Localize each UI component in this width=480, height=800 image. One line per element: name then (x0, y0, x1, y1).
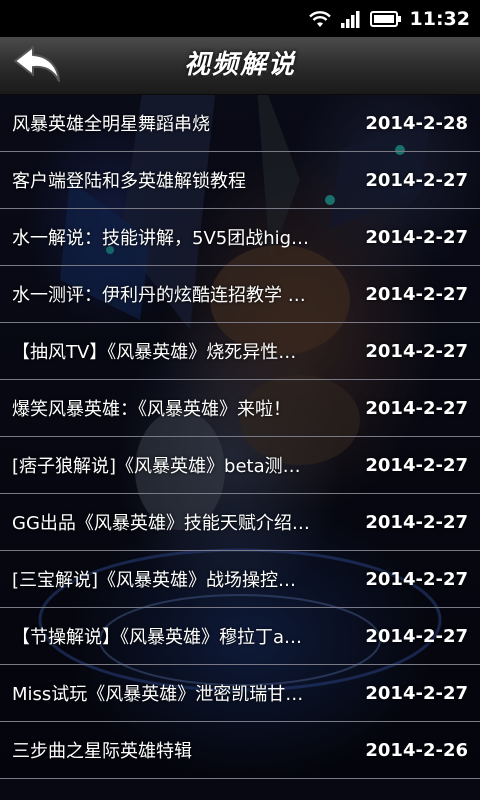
list-item[interactable]: 三步曲之星际英雄特辑 2014-2-26 (0, 722, 480, 779)
list-item[interactable]: 【节操解说】《风暴英雄》穆拉丁a… 2014-2-27 (0, 608, 480, 665)
video-date: 2014-2-27 (365, 454, 468, 476)
video-date: 2014-2-27 (365, 283, 468, 305)
video-title: 三步曲之星际英雄特辑 (12, 741, 192, 762)
back-button[interactable] (8, 40, 66, 90)
video-title: 风暴英雄全明星舞蹈串烧 (12, 114, 210, 135)
video-title: 水一解说：技能讲解，5V5团战hig… (12, 228, 310, 249)
video-title: 【抽风TV】《风暴英雄》烧死异性… (12, 342, 297, 363)
list-item[interactable]: [三宝解说]《风暴英雄》战场操控… 2014-2-27 (0, 551, 480, 608)
battery-icon (369, 10, 402, 28)
video-title: Miss试玩《风暴英雄》泄密凯瑞甘… (12, 684, 304, 705)
video-date: 2014-2-27 (365, 169, 468, 191)
video-date: 2014-2-27 (365, 625, 468, 647)
list-item[interactable]: 风暴英雄全明星舞蹈串烧 2014-2-28 (0, 95, 480, 152)
back-arrow-icon (14, 46, 60, 82)
video-date: 2014-2-27 (365, 397, 468, 419)
video-date: 2014-2-27 (365, 511, 468, 533)
wifi-icon (308, 10, 332, 28)
list-item[interactable]: GG出品《风暴英雄》技能天赋介绍… 2014-2-27 (0, 494, 480, 551)
list-item[interactable]: Miss试玩《风暴英雄》泄密凯瑞甘… 2014-2-27 (0, 665, 480, 722)
video-date: 2014-2-27 (365, 682, 468, 704)
video-title: 客户端登陆和多英雄解锁教程 (12, 171, 246, 192)
status-time: 11:32 (409, 7, 470, 30)
video-title: 水一测评：伊利丹的炫酷连招教学 … (12, 285, 306, 306)
video-list: 风暴英雄全明星舞蹈串烧 2014-2-28 客户端登陆和多英雄解锁教程 2014… (0, 95, 480, 779)
video-title: GG出品《风暴英雄》技能天赋介绍… (12, 513, 310, 534)
signal-icon (340, 10, 362, 28)
video-date: 2014-2-27 (365, 226, 468, 248)
status-bar: 11:32 (0, 0, 480, 37)
list-item[interactable]: 水一解说：技能讲解，5V5团战hig… 2014-2-27 (0, 209, 480, 266)
video-date: 2014-2-27 (365, 568, 468, 590)
title-bar: 视频解说 (0, 37, 480, 95)
list-item[interactable]: [痞子狼解说]《风暴英雄》beta测… 2014-2-27 (0, 437, 480, 494)
video-date: 2014-2-27 (365, 340, 468, 362)
page-title: 视频解说 (183, 50, 296, 80)
video-title: [痞子狼解说]《风暴英雄》beta测… (12, 456, 301, 477)
video-title: 【节操解说】《风暴英雄》穆拉丁a… (12, 627, 303, 648)
list-item[interactable]: 爆笑风暴英雄：《风暴英雄》来啦！ 2014-2-27 (0, 380, 480, 437)
list-item[interactable]: 水一测评：伊利丹的炫酷连招教学 … 2014-2-27 (0, 266, 480, 323)
list-item[interactable]: 【抽风TV】《风暴英雄》烧死异性… 2014-2-27 (0, 323, 480, 380)
video-date: 2014-2-28 (365, 112, 468, 134)
video-title: 爆笑风暴英雄：《风暴英雄》来啦！ (12, 399, 291, 420)
video-date: 2014-2-26 (365, 739, 468, 761)
list-item[interactable]: 客户端登陆和多英雄解锁教程 2014-2-27 (0, 152, 480, 209)
video-title: [三宝解说]《风暴英雄》战场操控… (12, 570, 297, 591)
